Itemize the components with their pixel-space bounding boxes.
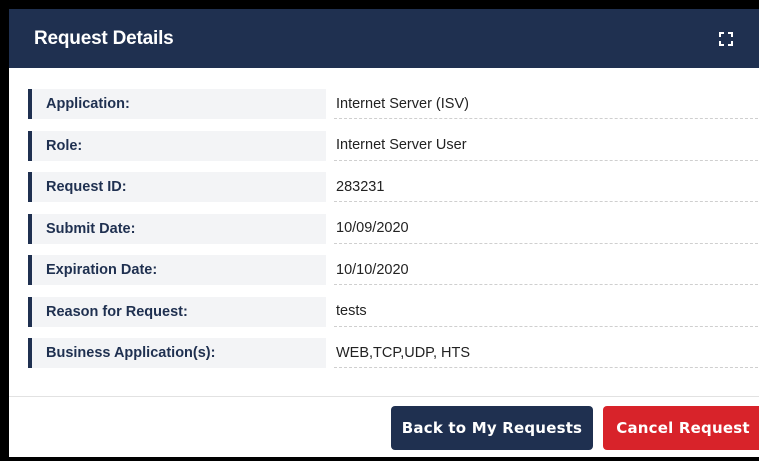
detail-value: 10/10/2020: [334, 255, 758, 285]
panel-footer: Back to My Requests Cancel Request: [9, 396, 759, 457]
detail-label: Request ID:: [28, 172, 326, 202]
expand-icon[interactable]: [719, 31, 733, 46]
detail-value: Internet Server (ISV): [334, 89, 758, 119]
detail-value: 283231: [334, 172, 758, 202]
detail-label: Reason for Request:: [28, 296, 326, 327]
back-to-requests-button[interactable]: Back to My Requests: [391, 406, 593, 450]
detail-row-application: Application: Internet Server (ISV): [9, 89, 759, 131]
detail-value: Internet Server User: [334, 131, 758, 161]
panel-title: Request Details: [34, 27, 174, 49]
detail-row-expiration-date: Expiration Date: 10/10/2020: [9, 255, 759, 297]
detail-row-request-id: Request ID: 283231: [9, 172, 759, 214]
panel-header: Request Details: [9, 9, 759, 68]
detail-row-reason: Reason for Request: tests: [9, 296, 759, 339]
detail-row-submit-date: Submit Date: 10/09/2020: [9, 213, 759, 256]
detail-label: Expiration Date:: [28, 255, 326, 285]
detail-label: Application:: [28, 89, 326, 119]
request-details-panel: Request Details Application: Internet Se…: [9, 9, 759, 457]
detail-row-role: Role: Internet Server User: [9, 130, 759, 173]
detail-row-business-applications: Business Application(s): WEB,TCP,UDP, HT…: [9, 338, 759, 380]
cancel-request-button[interactable]: Cancel Request: [603, 406, 759, 450]
detail-value: 10/09/2020: [334, 214, 758, 244]
detail-label: Submit Date:: [28, 213, 326, 244]
detail-label: Role:: [28, 130, 326, 161]
detail-value: tests: [334, 297, 758, 327]
detail-label: Business Application(s):: [28, 338, 326, 368]
detail-value: WEB,TCP,UDP, HTS: [334, 338, 758, 368]
details-list: Application: Internet Server (ISV) Role:…: [9, 68, 759, 380]
